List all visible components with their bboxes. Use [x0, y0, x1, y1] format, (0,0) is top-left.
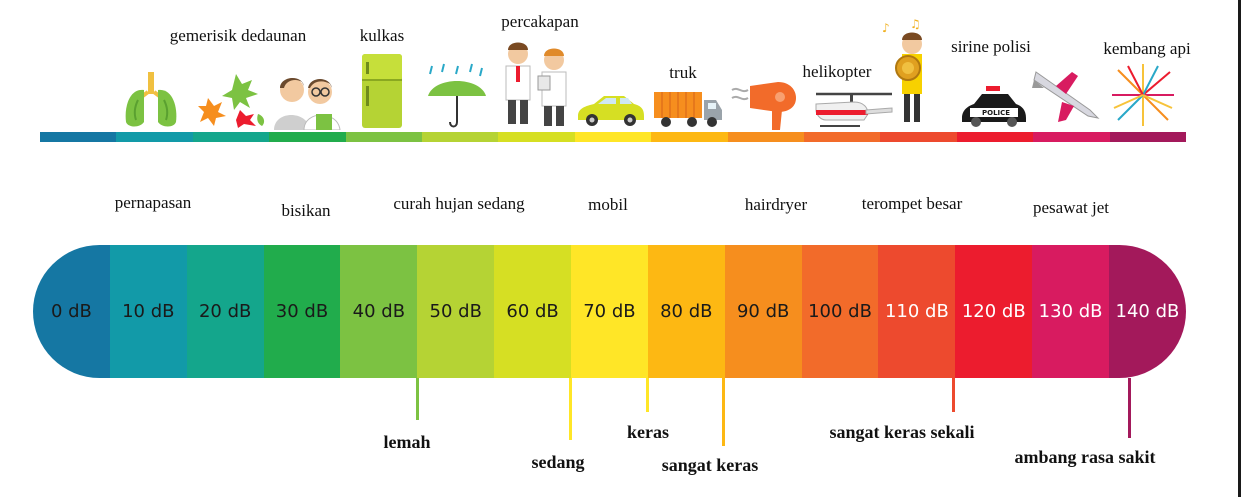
color-strip-segment	[498, 132, 575, 142]
label-pesawat-jet: pesawat jet	[1033, 198, 1109, 217]
db-segment: 90 dB	[724, 245, 802, 378]
label-curah-hujan-sedang: curah hujan sedang	[393, 194, 525, 213]
color-strip-segment	[269, 132, 346, 142]
tick-sangat-keras-sekali	[952, 378, 955, 412]
doctors-talking-icon	[505, 42, 567, 126]
color-strip-segment	[116, 132, 193, 142]
db-segment: 100 dB	[801, 245, 879, 378]
color-strip-segment	[1109, 132, 1187, 142]
color-strip-segment	[192, 132, 270, 142]
level-lemah: lemah	[383, 432, 431, 452]
db-segment: 20 dB	[186, 245, 264, 378]
level-sangat-keras-sekali: sangat keras sekali	[829, 422, 975, 442]
level-keras: keras	[627, 422, 669, 442]
color-strip-segment	[422, 132, 499, 142]
lungs-icon	[125, 72, 177, 127]
tick-keras	[646, 378, 649, 412]
decibel-scale: 0 dB 10 dB 20 dB 30 dB 40 dB 50 dB 60 dB 70 dB 8…	[33, 245, 1186, 378]
tick-sedang	[569, 378, 572, 440]
db-segment: 40 dB	[340, 245, 418, 378]
svg-text:POLICE: POLICE	[982, 109, 1010, 117]
db-segment: 120 dB	[955, 245, 1033, 378]
label-bisikan: bisikan	[281, 201, 331, 220]
level-ambang-rasa-sakit: ambang rasa sakit	[1014, 447, 1156, 467]
color-strip-segment	[956, 132, 1034, 142]
car-icon	[578, 96, 644, 126]
umbrella-rain-icon	[428, 63, 486, 128]
label-kulkas: kulkas	[359, 26, 405, 45]
svg-text:♫: ♫	[910, 18, 921, 31]
db-segment: 130 dB	[1032, 245, 1110, 378]
jet-plane-icon	[1032, 71, 1100, 122]
label-kembang-api: kembang api	[1103, 39, 1191, 58]
label-pernapasan: pernapasan	[114, 193, 192, 212]
color-strip	[40, 132, 1187, 142]
label-mobil: mobil	[588, 195, 628, 214]
db-segment: 10 dB	[109, 245, 187, 378]
db-segment: 80 dB	[647, 245, 725, 378]
trumpet-player-icon: ♪ ♫	[882, 18, 922, 122]
police-car-icon: POLICE	[962, 86, 1026, 127]
color-strip-segment	[345, 132, 423, 142]
db-segment: 70 dB	[571, 245, 648, 378]
label-hairdryer: hairdryer	[744, 195, 808, 214]
color-strip-segment	[727, 132, 805, 142]
level-sedang: sedang	[531, 452, 585, 472]
color-strip-segment	[1033, 132, 1110, 142]
truck-icon	[654, 92, 722, 127]
db-segment: 140 dB	[1109, 245, 1186, 378]
db-segment: 60 dB	[494, 245, 572, 378]
level-sangat-keras: sangat keras	[661, 455, 759, 475]
leaves-icon	[198, 74, 265, 128]
label-gemerisik-dedaunan: gemerisik dedaunan	[169, 26, 307, 45]
color-strip-segment	[880, 132, 957, 142]
tick-ambang-rasa-sakit	[1128, 378, 1131, 438]
fridge-icon	[362, 54, 402, 128]
db-segment: 50 dB	[417, 245, 495, 378]
label-percakapan: percakapan	[501, 12, 579, 31]
color-strip-segment	[574, 132, 652, 142]
tick-sangat-keras	[722, 378, 725, 446]
color-strip-segment	[651, 132, 728, 142]
label-helikopter: helikopter	[802, 62, 872, 81]
label-terompet-besar: terompet besar	[861, 194, 963, 213]
db-segment: 110 dB	[878, 245, 956, 378]
fireworks-icon	[1112, 64, 1174, 126]
whisper-people-icon	[274, 77, 341, 130]
color-strip-segment	[40, 132, 117, 142]
svg-text:♪: ♪	[882, 21, 890, 35]
tick-lemah	[416, 378, 419, 420]
hairdryer-icon	[731, 82, 796, 130]
db-segment: 0 dB	[33, 245, 110, 378]
color-strip-segment	[804, 132, 881, 142]
label-truk: truk	[669, 63, 697, 82]
db-segment: 30 dB	[263, 245, 341, 378]
label-sirine-polisi: sirine polisi	[951, 37, 1031, 56]
